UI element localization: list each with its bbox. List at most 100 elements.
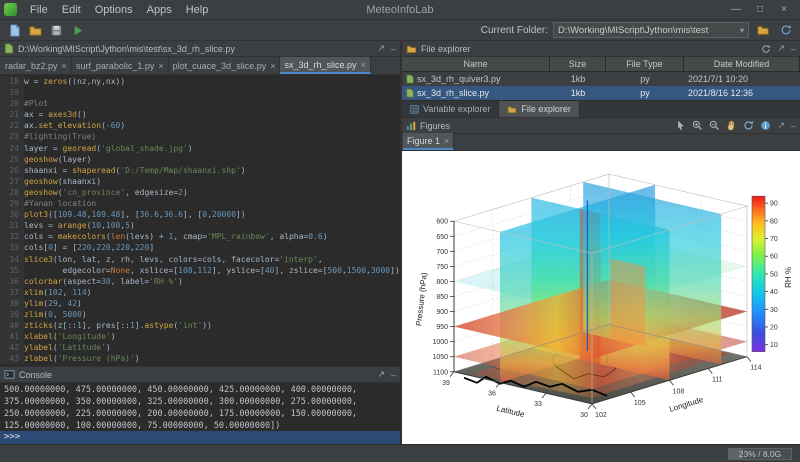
code-line[interactable]: 30plot3([109.48,109.48], [36.6,36.6], [0…	[0, 209, 400, 220]
maximize-button[interactable]: □	[748, 1, 772, 19]
code-line[interactable]: 31levs = arange(10,100,5)	[0, 220, 400, 231]
close-button[interactable]: ×	[772, 1, 796, 19]
z-axis-label: Pressure (hPa)	[414, 272, 429, 327]
figure-canvas[interactable]: 6006507007508008509009501000105011003936…	[402, 151, 800, 444]
column-date-modified[interactable]: Date Modified	[684, 57, 800, 71]
tab-radar-bz2[interactable]: radar_bz2.py×	[1, 57, 72, 74]
menu-edit[interactable]: Edit	[55, 0, 88, 19]
svg-text:108: 108	[673, 388, 685, 395]
menu-help[interactable]: Help	[179, 0, 216, 19]
memory-text: 23% / 8.0G	[739, 449, 782, 459]
tab-figure-1[interactable]: Figure 1×	[403, 133, 454, 150]
run-script-button[interactable]	[68, 21, 86, 39]
memory-indicator[interactable]: 23% / 8.0G	[728, 448, 792, 460]
panel-float-icon[interactable]: ↗	[777, 43, 785, 54]
column-size[interactable]: Size	[550, 57, 606, 71]
code-line[interactable]: 23#lighting(True)	[0, 131, 400, 142]
close-icon[interactable]: ×	[270, 61, 275, 71]
svg-text:33: 33	[534, 401, 542, 408]
refresh-folder-button[interactable]	[777, 21, 795, 39]
code-line[interactable]: 25geoshow(layer)	[0, 154, 400, 165]
svg-text:39: 39	[442, 380, 450, 387]
svg-text:20: 20	[770, 324, 778, 331]
console-line: 125.00000000, 100.00000000, 75.00000000,…	[4, 420, 396, 431]
panel-minimize-icon[interactable]: –	[391, 370, 396, 380]
code-line[interactable]: 28geoshow('cn_province', edgesize=2)	[0, 187, 400, 198]
browse-folder-button[interactable]	[754, 21, 772, 39]
code-line[interactable]: 33cols[0] = [220,220,220,220]	[0, 242, 400, 253]
panel-minimize-icon[interactable]: –	[791, 44, 796, 54]
status-bar: 23% / 8.0G	[0, 444, 800, 462]
panel-minimize-icon[interactable]: –	[391, 44, 396, 54]
pointer-icon[interactable]	[675, 120, 686, 131]
file-table-header: Name Size File Type Date Modified	[402, 57, 800, 72]
zoom-out-icon[interactable]	[709, 120, 720, 131]
current-folder-combobox[interactable]: D:\Working\MIScript\Jython\mis\test ▾	[553, 22, 749, 38]
tab-surf-parabolic[interactable]: surf_parabolic_1.py×	[72, 57, 169, 74]
code-line[interactable]: 41xlabel('Longitude')	[0, 331, 400, 342]
console-prompt-input[interactable]: >>>	[0, 431, 400, 444]
column-name[interactable]: Name	[402, 57, 550, 71]
code-line[interactable]: 38ylim(29, 42)	[0, 298, 400, 309]
table-row[interactable]: sx_3d_rh_quiver3.py 1kb py 2021/7/1 10:2…	[402, 72, 800, 86]
svg-text:30: 30	[770, 307, 778, 314]
code-line[interactable]: 21ax = axes3d()	[0, 109, 400, 120]
console-panel: Console ↗ – 500.00000000, 475.00000000, …	[0, 366, 400, 444]
tab-plot-cuace-3d-slice[interactable]: plot_cuace_3d_slice.py×	[169, 57, 281, 74]
menu-apps[interactable]: Apps	[140, 0, 179, 19]
tab-variable-explorer[interactable]: Variable explorer	[402, 101, 499, 117]
code-editor[interactable]: 18w = zeros((nz,ny,nx))1920#Plot21ax = a…	[0, 75, 400, 366]
zoom-in-icon[interactable]	[692, 120, 703, 131]
rotate-icon[interactable]	[743, 120, 754, 131]
close-icon[interactable]: ×	[158, 61, 163, 71]
browse-folder-icon	[757, 24, 769, 36]
new-file-button[interactable]	[5, 21, 23, 39]
code-line[interactable]: 35 edgecolor=None, xslice=[108,112], ysl…	[0, 265, 400, 276]
svg-text:10: 10	[770, 342, 778, 349]
panel-float-icon[interactable]: ↗	[377, 43, 385, 54]
console-icon	[4, 369, 15, 380]
code-line[interactable]: 27geoshow(shaanxi)	[0, 176, 400, 187]
code-line[interactable]: 42ylabel('Latitude')	[0, 342, 400, 353]
open-file-button[interactable]	[26, 21, 44, 39]
code-line[interactable]: 19	[0, 87, 400, 98]
panel-float-icon[interactable]: ↗	[377, 369, 385, 380]
svg-text:1000: 1000	[432, 339, 448, 346]
svg-text:1050: 1050	[432, 354, 448, 361]
code-line[interactable]: 24layer = georead('global_shade.jpg')	[0, 143, 400, 154]
python-file-icon	[406, 88, 414, 98]
close-icon[interactable]: ×	[444, 136, 449, 146]
refresh-icon[interactable]	[761, 44, 771, 54]
close-icon[interactable]: ×	[361, 60, 366, 70]
pan-hand-icon[interactable]	[726, 120, 737, 131]
code-line[interactable]: 20#Plot	[0, 98, 400, 109]
figures-title: Figures	[420, 121, 450, 131]
code-line[interactable]: 22ax.set_elevation(-60)	[0, 120, 400, 131]
y-axis-label: Latitude	[496, 404, 526, 419]
code-line[interactable]: 43zlabel('Pressure (hPa)')	[0, 353, 400, 364]
panel-minimize-icon[interactable]: –	[791, 121, 796, 131]
console-line: 500.00000000, 475.00000000, 450.00000000…	[4, 384, 396, 396]
code-line[interactable]: 36colorbar(aspect=30, label='RH %')	[0, 276, 400, 287]
code-line[interactable]: 32cols = makecolors(len(levs) + 1, cmap=…	[0, 231, 400, 242]
code-line[interactable]: 39zlim(0, 5000)	[0, 309, 400, 320]
console-output[interactable]: 500.00000000, 475.00000000, 450.00000000…	[0, 383, 400, 431]
menu-options[interactable]: Options	[88, 0, 140, 19]
code-line[interactable]: 29#Yanan location	[0, 198, 400, 209]
info-icon[interactable]	[760, 120, 771, 131]
code-line[interactable]: 26shaanxi = shaperead('D:/Temp/Map/shaan…	[0, 165, 400, 176]
table-row-selected[interactable]: sx_3d_rh_slice.py 1kb py 2021/8/16 12:36	[402, 86, 800, 100]
column-file-type[interactable]: File Type	[606, 57, 684, 71]
menu-file[interactable]: File	[23, 0, 55, 19]
minimize-button[interactable]: —	[724, 1, 748, 19]
close-icon[interactable]: ×	[62, 61, 67, 71]
tab-file-explorer[interactable]: File explorer	[499, 101, 580, 117]
panel-float-icon[interactable]: ↗	[777, 120, 785, 131]
code-line[interactable]: 34slice3(lon, lat, z, rh, levs, colors=c…	[0, 254, 400, 265]
code-line[interactable]: 18w = zeros((nz,ny,nx))	[0, 76, 400, 87]
code-line[interactable]: 40zticks(z[::1], pres[::1].astype('int')…	[0, 320, 400, 331]
folder-icon	[406, 44, 417, 54]
code-line[interactable]: 37xlim(102, 114)	[0, 287, 400, 298]
tab-sx-3d-rh-slice[interactable]: sx_3d_rh_slice.py×	[280, 57, 370, 74]
save-file-button[interactable]	[47, 21, 65, 39]
